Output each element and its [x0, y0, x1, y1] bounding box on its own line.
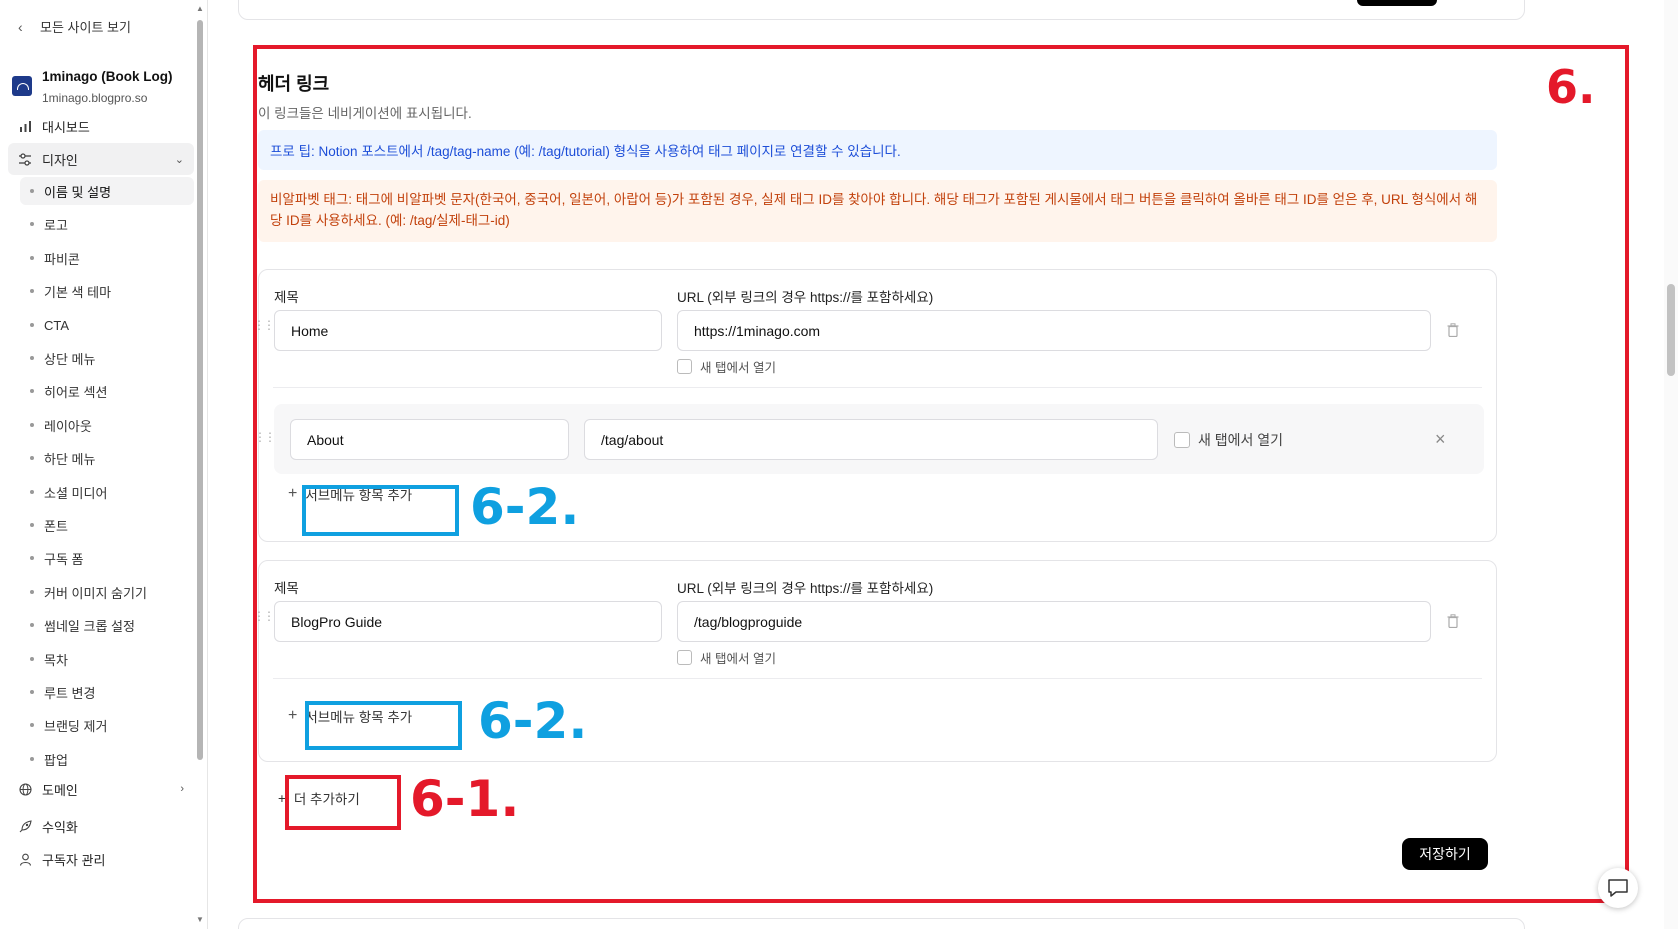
bullet-icon — [30, 189, 34, 193]
annotation-label-section: 6. — [1546, 60, 1596, 114]
sidebar-item-label: 디자인 — [42, 152, 78, 168]
bullet-icon — [30, 523, 34, 527]
sidebar-item-monetization[interactable]: 수익화 — [8, 810, 194, 842]
sidebar-subitem[interactable]: 이름 및 설명 — [20, 177, 194, 205]
sidebar-scrollbar-thumb[interactable] — [197, 20, 203, 760]
site-url: 1minago.blogpro.so — [42, 91, 148, 105]
globe-icon — [18, 782, 32, 796]
next-section-card — [238, 918, 1525, 929]
annotation-label-add-submenu-1: 6-2. — [470, 478, 580, 536]
sidebar-item-label: 수익화 — [42, 819, 78, 835]
scroll-down-icon[interactable]: ▼ — [196, 915, 204, 924]
page-scrollbar-thumb[interactable] — [1667, 284, 1675, 376]
sidebar-subitem[interactable]: 기본 색 테마 — [20, 277, 194, 305]
bullet-icon — [30, 623, 34, 627]
bullet-icon — [30, 456, 34, 460]
chat-icon — [1608, 879, 1628, 897]
user-icon — [18, 852, 32, 866]
sidebar-subitem-label: 로고 — [44, 217, 68, 233]
bar-chart-icon — [18, 119, 32, 133]
sidebar-item-dashboard[interactable]: 대시보드 — [8, 110, 194, 142]
bullet-icon — [30, 389, 34, 393]
sidebar-subitem[interactable]: 팝업 — [20, 745, 194, 773]
sidebar-subitem[interactable]: CTA — [20, 311, 194, 339]
site-name: 1minago (Book Log) — [42, 69, 173, 84]
sidebar-subitem[interactable]: 레이아웃 — [20, 411, 194, 439]
page-scrollbar[interactable] — [1664, 0, 1678, 929]
sidebar-subitem-label: CTA — [44, 317, 70, 333]
bullet-icon — [30, 423, 34, 427]
sidebar: ‹ 모든 사이트 보기 1minago (Book Log) 1minago.b… — [0, 0, 208, 929]
bullet-icon — [30, 556, 34, 560]
bullet-icon — [30, 657, 34, 661]
sidebar-subitem-label: 이름 및 설명 — [44, 184, 112, 200]
annotation-label-add-submenu-2: 6-2. — [478, 692, 588, 750]
sidebar-subitem[interactable]: 루트 변경 — [20, 678, 194, 706]
sidebar-subitem-label: 목차 — [44, 652, 68, 668]
sidebar-subitem[interactable]: 상단 메뉴 — [20, 344, 194, 372]
annotation-box-add-more — [285, 775, 401, 830]
sidebar-subitem[interactable]: 목차 — [20, 645, 194, 673]
sidebar-subitem-label: 파비콘 — [44, 251, 80, 267]
sidebar-subitem-label: 썸네일 크롭 설정 — [44, 618, 135, 634]
site-selector[interactable]: 1minago (Book Log) 1minago.blogpro.so — [12, 68, 173, 107]
sidebar-subitem[interactable]: 썸네일 크롭 설정 — [20, 611, 194, 639]
sidebar-subitem[interactable]: 구독 폼 — [20, 544, 194, 572]
sidebar-subitem[interactable]: 소셜 미디어 — [20, 478, 194, 506]
sidebar-subitem-label: 소셜 미디어 — [44, 485, 108, 501]
previous-save-button[interactable] — [1357, 0, 1437, 6]
sidebar-subitem-label: 레이아웃 — [44, 418, 92, 434]
annotation-box-add-submenu-2 — [305, 701, 462, 750]
chevron-down-icon: ⌄ — [174, 153, 184, 166]
chat-support-button[interactable] — [1598, 868, 1638, 908]
sidebar-subitem-label: 브랜딩 제거 — [44, 718, 108, 734]
sidebar-subitem[interactable]: 브랜딩 제거 — [20, 711, 194, 739]
sidebar-subitem-label: 히어로 섹션 — [44, 384, 108, 400]
bullet-icon — [30, 690, 34, 694]
sidebar-subitem-label: 루트 변경 — [44, 685, 96, 701]
sidebar-item-label: 대시보드 — [42, 119, 90, 135]
sidebar-subitem[interactable]: 히어로 섹션 — [20, 377, 194, 405]
sidebar-item-label: 구독자 관리 — [42, 852, 106, 868]
sidebar-subitem-label: 구독 폼 — [44, 551, 84, 567]
bullet-icon — [30, 590, 34, 594]
sidebar-subitem-label: 하단 메뉴 — [44, 451, 96, 467]
sidebar-subitem-label: 상단 메뉴 — [44, 351, 96, 367]
back-to-all-sites-link[interactable]: ‹ 모든 사이트 보기 — [18, 17, 131, 36]
bullet-icon — [30, 356, 34, 360]
sidebar-item-label: 도메인 — [42, 782, 78, 798]
sidebar-item-design[interactable]: 디자인 ⌄ — [8, 143, 194, 175]
back-label: 모든 사이트 보기 — [40, 20, 131, 35]
bullet-icon — [30, 490, 34, 494]
sidebar-subitem-label: 기본 색 테마 — [44, 284, 112, 300]
sidebar-subitem[interactable]: 커버 이미지 숨기기 — [20, 578, 194, 606]
sidebar-subitem-label: 폰트 — [44, 518, 68, 534]
previous-section-card — [238, 0, 1525, 20]
scroll-up-icon[interactable]: ▲ — [196, 4, 204, 13]
annotation-label-add-more: 6-1. — [410, 770, 520, 828]
bullet-icon — [30, 256, 34, 260]
sidebar-subitem[interactable]: 하단 메뉴 — [20, 444, 194, 472]
rocket-icon — [18, 819, 32, 833]
bullet-icon — [30, 289, 34, 293]
bullet-icon — [30, 323, 34, 327]
bullet-icon — [30, 757, 34, 761]
bullet-icon — [30, 723, 34, 727]
sidebar-item-subscribers[interactable]: 구독자 관리 — [8, 843, 194, 875]
chevron-right-icon: › — [180, 783, 184, 795]
bullet-icon — [30, 222, 34, 226]
annotation-box-add-submenu-1 — [302, 485, 459, 536]
sidebar-subitem[interactable]: 파비콘 — [20, 244, 194, 272]
sliders-icon — [18, 152, 32, 166]
site-logo-icon — [12, 76, 32, 96]
sidebar-subitem-label: 커버 이미지 숨기기 — [44, 585, 147, 601]
sidebar-subitem-label: 팝업 — [44, 752, 68, 768]
sidebar-item-domain[interactable]: 도메인 › — [8, 773, 194, 805]
chevron-left-icon: ‹ — [18, 18, 23, 35]
sidebar-subitem[interactable]: 폰트 — [20, 511, 194, 539]
sidebar-subitem[interactable]: 로고 — [20, 210, 194, 238]
sidebar-scrollbar[interactable]: ▲ ▼ — [195, 4, 205, 924]
